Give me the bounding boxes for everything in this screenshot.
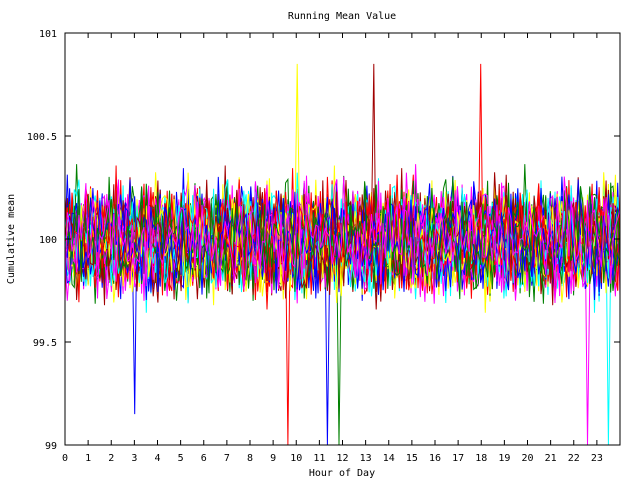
x-tick-label-9: 9 (270, 453, 276, 464)
x-tick-label-21: 21 (545, 453, 557, 464)
x-tick-label-14: 14 (383, 453, 395, 464)
series-layer (64, 63, 621, 446)
x-tick-label-3: 3 (131, 453, 137, 464)
x-tick-label-4: 4 (154, 453, 160, 464)
x-tick-label-5: 5 (178, 453, 184, 464)
x-tick-label-10: 10 (290, 453, 302, 464)
x-tick-label-13: 13 (360, 453, 372, 464)
x-tick-label-19: 19 (498, 453, 510, 464)
x-tick-label-18: 18 (475, 453, 487, 464)
x-tick-label-8: 8 (247, 453, 253, 464)
x-axis-label: Hour of Day (309, 468, 375, 479)
x-tick-label-7: 7 (224, 453, 230, 464)
y-tick-label-101: 101 (39, 29, 57, 40)
x-tick-label-17: 17 (452, 453, 464, 464)
x-tick-label-16: 16 (429, 453, 441, 464)
x-tick-label-22: 22 (568, 453, 580, 464)
y-tick-label-100: 100 (39, 235, 57, 246)
y-tick-label-100.5: 100.5 (27, 132, 57, 143)
x-tick-label-0: 0 (62, 453, 68, 464)
x-tick-label-11: 11 (313, 453, 325, 464)
y-tick-label-99: 99 (45, 441, 57, 452)
running-mean-chart: 0 1 2 3 4 5 6 7 8 9 10 11 12 13 14 15 16 17 18 19 20 21 22 2399… (6, 11, 621, 479)
x-tick-label-6: 6 (201, 453, 207, 464)
y-axis-label: Cumulative mean (6, 194, 17, 284)
x-tick-label-2: 2 (108, 453, 114, 464)
x-tick-label-20: 20 (521, 453, 533, 464)
chart-title: Running Mean Value (288, 11, 396, 22)
x-tick-label-1: 1 (85, 453, 91, 464)
y-tick-label-99.5: 99.5 (33, 338, 57, 349)
x-tick-label-23: 23 (591, 453, 603, 464)
x-tick-label-12: 12 (336, 453, 348, 464)
x-tick-label-15: 15 (406, 453, 418, 464)
